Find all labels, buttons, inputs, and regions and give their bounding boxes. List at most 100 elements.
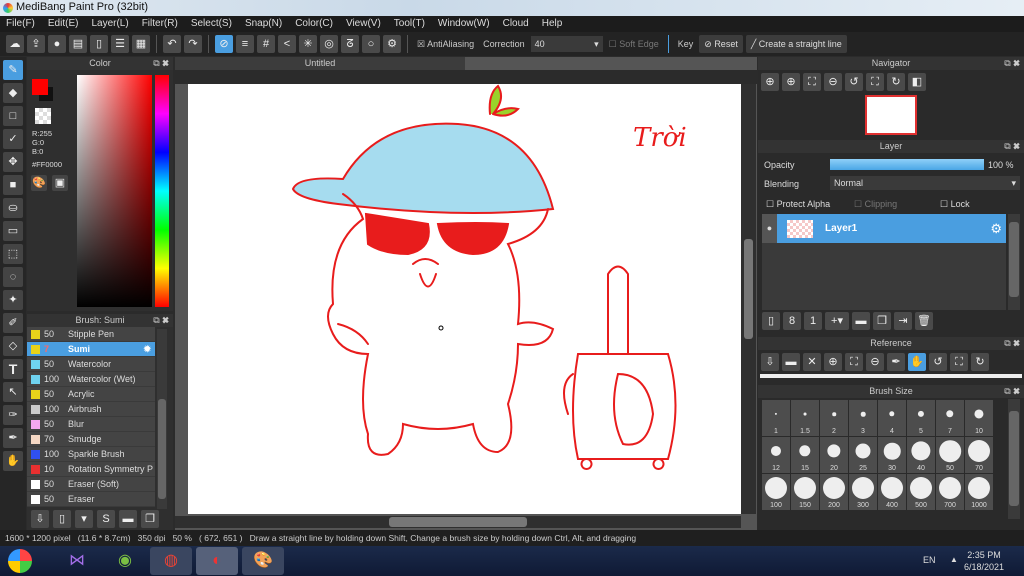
brush-item[interactable]: 100 Sparkle Brush [27,447,155,462]
fit-icon[interactable]: ⛶ [803,73,821,91]
brush-item[interactable]: 100 Airbrush [27,402,155,417]
brush-size-option[interactable]: 1.5 [791,400,819,436]
zoom-in-icon[interactable]: ⊕ [782,73,800,91]
tray-arrow-icon[interactable]: ▲ [950,555,958,564]
undo-icon[interactable]: ↶ [163,35,181,53]
brush-tool-icon[interactable]: ✎ [3,60,23,80]
brush-size-option[interactable]: 700 [936,474,964,510]
paint-icon[interactable]: 🎨 [242,547,284,575]
brush-size-option[interactable]: 1 [762,400,790,436]
start-button-icon[interactable] [2,547,38,575]
brush-size-option[interactable]: 40 [907,437,935,473]
palette-icon[interactable]: 🎨 [31,175,47,191]
message-icon[interactable]: ▤ [69,35,87,53]
brush-item[interactable]: 50 Acrylic [27,387,155,402]
gradient-tool-icon[interactable]: ▭ [3,221,23,241]
horizontal-scrollbar[interactable] [175,516,741,528]
visual-studio-icon[interactable]: ⋈ [56,547,98,575]
panel-close-icon[interactable]: ⧉ ✖ [153,314,169,327]
brush-size-option[interactable]: 50 [936,437,964,473]
brush-size-option[interactable]: 5 [907,400,935,436]
list-icon[interactable]: ☰ [111,35,129,53]
brush-size-option[interactable]: 400 [878,474,906,510]
brush-size-option[interactable]: 1000 [965,474,993,510]
hand-icon[interactable]: ✋ [908,353,926,371]
close-icon[interactable]: ✕ [803,353,821,371]
brush-size-option[interactable]: 25 [849,437,877,473]
lasso-tool-icon[interactable]: ◌ [3,267,23,287]
menu-tool[interactable]: Tool(T) [394,18,425,30]
brush-item[interactable]: 50 Eraser (Soft) [27,477,155,492]
parallel-snap-icon[interactable]: ≡ [236,35,254,53]
curve-snap-icon[interactable]: ᘔ [341,35,359,53]
add-brush-icon[interactable]: ▾ [75,510,93,528]
brush-item[interactable]: 70 Smudge [27,432,155,447]
ellipse-snap-icon[interactable]: ○ [362,35,380,53]
menu-filter[interactable]: Filter(R) [142,18,178,30]
brush-size-option[interactable]: 7 [936,400,964,436]
brush-size-option[interactable]: 15 [791,437,819,473]
copy-icon[interactable]: ❐ [141,510,159,528]
panel-close-icon[interactable]: ⧉ ✖ [1004,385,1020,398]
brush-item[interactable]: 50 Blur [27,417,155,432]
primary-color-swatch[interactable] [32,79,48,95]
brush-size-option[interactable]: 12 [762,437,790,473]
soft-edge-checkbox[interactable]: ☐ Soft Edge [606,39,662,50]
correction-select[interactable]: 40 ▾ [530,36,603,52]
menu-color[interactable]: Color(C) [295,18,333,30]
merge-icon[interactable]: ⇥ [894,312,912,330]
grid-icon[interactable]: ▦ [132,35,150,53]
reset-button[interactable]: ⊘ Reset [699,35,743,53]
saturation-value-picker[interactable] [77,75,152,307]
menu-help[interactable]: Help [542,18,563,30]
new-1bit-layer-icon[interactable]: 1 [804,312,822,330]
rotate-right-icon[interactable]: ↻ [971,353,989,371]
operation-tool-icon[interactable]: ↖ [3,382,23,402]
bucket-tool-icon[interactable]: ⛀ [3,198,23,218]
brush-size-option[interactable]: 150 [791,474,819,510]
magic-wand-tool-icon[interactable]: ✦ [3,290,23,310]
brush-size-option[interactable]: 200 [820,474,848,510]
menu-layer[interactable]: Layer(L) [91,18,128,30]
divide-tool-icon[interactable]: ✑ [3,405,23,425]
panel-close-icon[interactable]: ⧉ ✖ [153,57,169,70]
select-eraser-tool-icon[interactable]: ◇ [3,336,23,356]
clipping-checkbox[interactable]: ☐ Clipping [854,199,897,210]
new-layer-icon[interactable]: ▯ [762,312,780,330]
rotate-right-icon[interactable]: ↻ [887,73,905,91]
clock[interactable]: 2:35 PM 6/18/2021 [962,549,1006,573]
menu-window[interactable]: Window(W) [438,18,490,30]
panel-close-icon[interactable]: ⧉ ✖ [1004,57,1020,70]
transparent-color-swatch[interactable] [35,108,51,124]
select-tool-icon[interactable]: ⬚ [3,244,23,264]
panel-close-icon[interactable]: ⧉ ✖ [1004,337,1020,350]
document-icon[interactable]: ▯ [90,35,108,53]
share-icon[interactable]: ⇪ [27,35,45,53]
reset-view-icon[interactable]: ⛶ [866,73,884,91]
eraser-tool-icon[interactable]: ◆ [3,83,23,103]
add-layer-menu-icon[interactable]: +▾ [825,312,849,330]
move-tool-icon[interactable]: ✥ [3,152,23,172]
visibility-icon[interactable]: ● [762,214,777,243]
lock-checkbox[interactable]: ☐ Lock [940,199,970,210]
blending-select[interactable]: Normal ▾ [830,176,1020,190]
menu-snap[interactable]: Snap(N) [245,18,282,30]
brush-size-option[interactable]: 3 [849,400,877,436]
gear-icon[interactable]: ⚙ [990,221,1002,237]
brush-item[interactable]: 10 Rotation Symmetry P [27,462,155,477]
settings-icon[interactable]: ⚙ [383,35,401,53]
folder-icon[interactable]: ▬ [852,312,870,330]
brush-size-option[interactable]: 70 [965,437,993,473]
dot-tool-icon[interactable]: ✓ [3,129,23,149]
rotate-left-icon[interactable]: ↺ [845,73,863,91]
fit-icon[interactable]: ⛶ [845,353,863,371]
eyedropper-icon[interactable]: ✒ [887,353,905,371]
zoom-out-icon[interactable]: ⊖ [824,73,842,91]
document-tab[interactable]: Untitled [175,57,465,70]
comment-icon[interactable]: ● [48,35,66,53]
brush-size-option[interactable]: 300 [849,474,877,510]
menu-select[interactable]: Select(S) [191,18,232,30]
fill-rect-tool-icon[interactable]: ■ [3,175,23,195]
crisscross-snap-icon[interactable]: # [257,35,275,53]
duplicate-icon[interactable]: ❐ [873,312,891,330]
